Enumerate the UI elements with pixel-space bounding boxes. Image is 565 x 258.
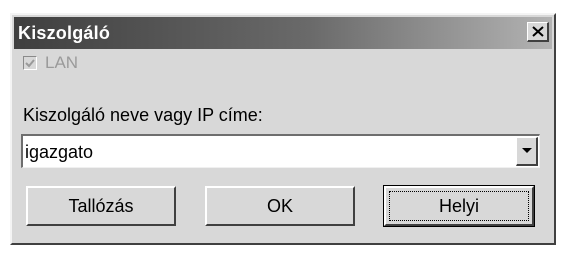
server-name-value[interactable]: igazgato (25, 142, 93, 163)
server-name-label: Kiszolgáló neve vagy IP címe: (23, 105, 263, 125)
browse-button[interactable]: Tallózás (26, 186, 176, 226)
ok-button[interactable]: OK (205, 186, 355, 226)
local-button-label: Helyi (438, 195, 479, 216)
ok-button-label: OK (266, 195, 293, 216)
checkmark-icon (25, 59, 35, 68)
chevron-down-icon (521, 148, 532, 153)
close-button[interactable] (527, 22, 549, 42)
lan-checkbox-row[interactable]: LAN (23, 53, 78, 73)
close-icon (531, 26, 544, 37)
combobox-dropdown-button[interactable] (516, 137, 538, 166)
local-button[interactable]: Helyi (383, 185, 535, 227)
title-bar[interactable]: Kiszolgáló (14, 17, 552, 49)
lan-label: LAN (45, 53, 79, 72)
server-name-combobox[interactable]: igazgato (21, 134, 540, 168)
lan-checkbox[interactable] (23, 56, 37, 70)
browse-button-label: Tallózás (68, 195, 134, 216)
dialog-title: Kiszolgáló (18, 23, 111, 43)
